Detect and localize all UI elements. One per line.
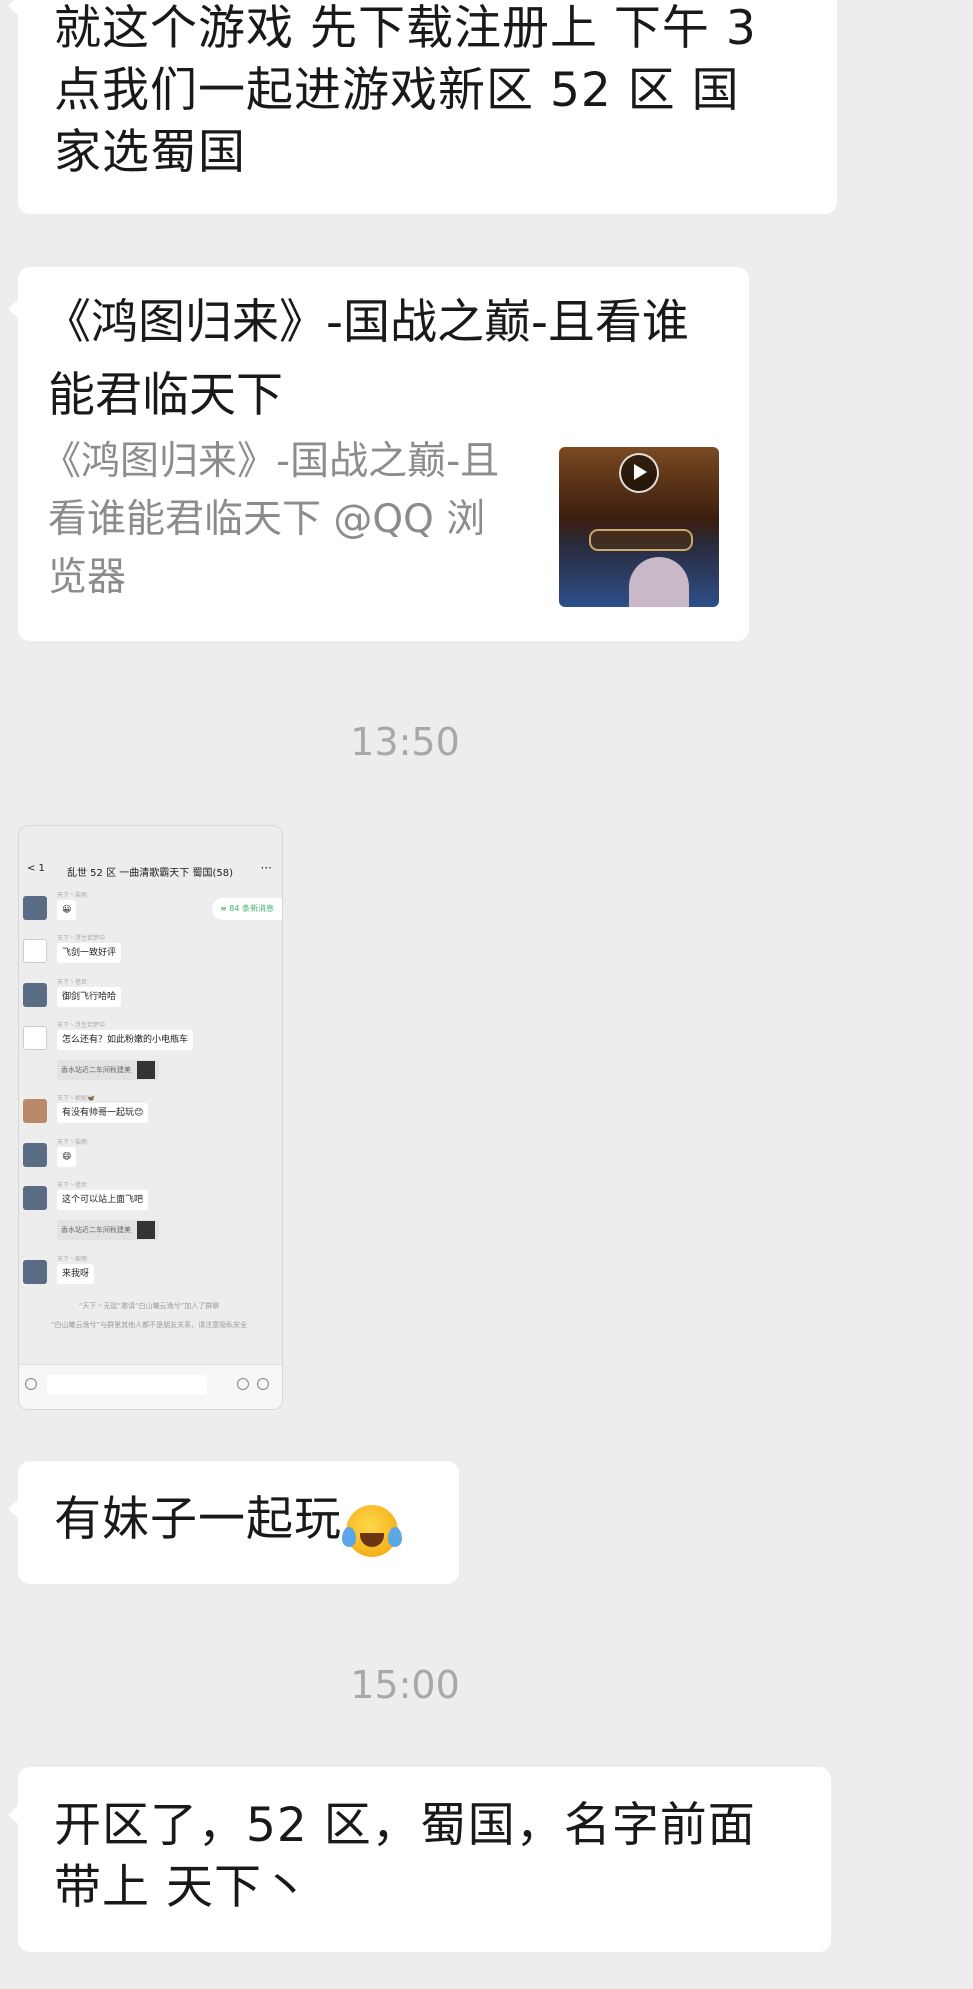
link-card-thumbnail[interactable] xyxy=(559,447,719,607)
shot-quote: 香水站近二车间秋建美 xyxy=(57,1220,159,1240)
shot-row: 天下丶浮生若梦中 飞剑一致好评 xyxy=(23,935,273,973)
shot-row: 天下丶借世 这个可以站上面飞吧 xyxy=(23,1182,273,1220)
avatar xyxy=(23,896,47,920)
shot-title: 乱世 52 区 一曲清歌霸天下 蜀国(58) xyxy=(67,868,233,879)
image-message[interactable]: < 1 乱世 52 区 一曲清歌霸天下 蜀国(58) ··· ≡ 84 条新消息… xyxy=(18,825,283,1410)
back-icon: < 1 xyxy=(27,863,45,874)
link-card[interactable]: 《鸿图归来》-国战之巅-且看谁 能君临天下 《鸿图归来》-国战之巅-且 看谁能君… xyxy=(8,267,749,641)
shot-row: 天下丶浮生若梦中 怎么还有？如此粉嫩的小电瓶车 xyxy=(23,1022,273,1060)
message-line: 带上 天下丶 xyxy=(54,1860,310,1915)
shot-msg: 有没有帅哥一起玩😊 xyxy=(57,1103,149,1123)
plus-icon xyxy=(257,1378,269,1390)
message-bubble-1[interactable]: 就这个游戏 先下载注册上 下午 3 点我们一起进游戏新区 52 区 国 家选蜀国 xyxy=(8,0,837,214)
shot-name: 天下丶浮生若梦中 xyxy=(57,935,106,942)
more-icon: ··· xyxy=(260,861,272,875)
message-line: 点我们一起进游戏新区 52 区 国 xyxy=(54,63,740,118)
shot-msg: 这个可以站上面飞吧 xyxy=(57,1190,149,1210)
shot-quote: 香水站近二车间秋建美 xyxy=(57,1060,159,1080)
shot-name: 天下丶浮生若梦中 xyxy=(57,1022,106,1029)
shot-msg: 御剑飞行哈哈 xyxy=(57,987,122,1007)
avatar xyxy=(23,1260,47,1284)
shot-header: < 1 乱世 52 区 一曲清歌霸天下 蜀国(58) ··· xyxy=(19,861,282,881)
shot-name: 天下丶柴雨 xyxy=(57,1256,88,1263)
timestamp: 15:00 xyxy=(350,1663,460,1707)
avatar xyxy=(23,1186,47,1210)
shot-msg: 来我呀 xyxy=(57,1264,95,1284)
avatar xyxy=(23,1026,47,1050)
shot-msg: 😄 xyxy=(57,1147,77,1167)
avatar xyxy=(23,1099,47,1123)
shot-row: 天下丶柴雨 😄 xyxy=(23,1139,273,1177)
thumbnail-figure xyxy=(629,557,689,607)
shot-input-box xyxy=(47,1375,207,1395)
avatar xyxy=(23,939,47,963)
voice-icon xyxy=(25,1378,37,1390)
shot-row: 天下丶借世 御剑飞行哈哈 xyxy=(23,979,273,1017)
link-card-title: 能君临天下 xyxy=(48,368,283,423)
message-line: 开区了，52 区，蜀国，名字前面 xyxy=(54,1798,756,1853)
quote-thumbnail xyxy=(137,1221,155,1239)
timestamp: 13:50 xyxy=(350,720,460,764)
crying-laughing-emoji-icon xyxy=(342,1504,402,1557)
system-message: “白山曦云逸兮”与群里其他人都不是朋友关系，请注意隐私安全 xyxy=(50,1321,248,1329)
shot-quote-text: 香水站近二车间秋建美 xyxy=(61,1066,131,1074)
message-line: 家选蜀国 xyxy=(54,125,246,180)
shot-name: 天下丶妮妮🦋 xyxy=(57,1095,95,1102)
thumbnail-banner xyxy=(589,529,693,551)
avatar xyxy=(23,1143,47,1167)
link-card-title: 《鸿图归来》-国战之巅-且看谁 xyxy=(44,295,689,350)
avatar xyxy=(23,983,47,1007)
quote-thumbnail xyxy=(137,1061,155,1079)
message-text: 有妹子一起玩 xyxy=(54,1492,342,1547)
message-bubble-5[interactable]: 开区了，52 区，蜀国，名字前面 带上 天下丶 xyxy=(8,1767,831,1952)
shot-msg: 飞剑一致好评 xyxy=(57,943,122,963)
shot-name: 天下丶借世 xyxy=(57,1182,88,1189)
shot-name: 天下丶柴雨 xyxy=(57,892,88,899)
shot-quote-text: 香水站近二车间秋建美 xyxy=(61,1226,131,1234)
message-line: 就这个游戏 先下载注册上 下午 3 xyxy=(54,1,757,56)
shot-row: 天下丶柴雨 😀 xyxy=(23,892,273,930)
shot-name: 天下丶借世 xyxy=(57,979,88,986)
emoji-icon xyxy=(237,1378,249,1390)
shot-input-bar xyxy=(19,1364,282,1409)
system-message: “天下丶无鼠”邀请“白山曦云逸兮”加入了群聊 xyxy=(78,1302,220,1310)
video-play-icon xyxy=(619,453,659,493)
shot-name: 天下丶柴雨 xyxy=(57,1139,88,1146)
shot-msg: 😀 xyxy=(57,900,77,920)
shot-row: 天下丶柴雨 来我呀 xyxy=(23,1256,273,1294)
shot-row: 天下丶妮妮🦋 有没有帅哥一起玩😊 xyxy=(23,1095,273,1133)
shot-msg: 怎么还有？如此粉嫩的小电瓶车 xyxy=(57,1030,194,1050)
message-bubble-4[interactable]: 有妹子一起玩 xyxy=(8,1461,459,1584)
